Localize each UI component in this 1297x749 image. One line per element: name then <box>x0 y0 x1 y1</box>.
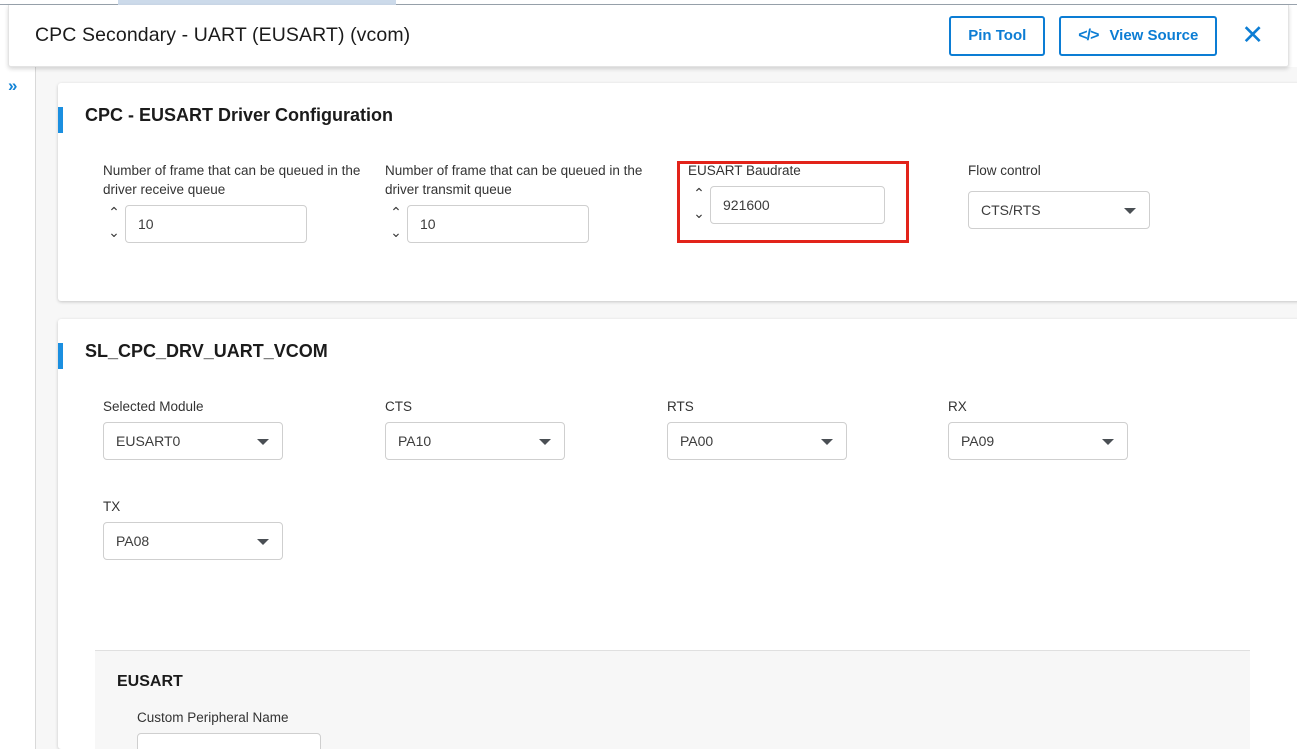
field-eusart-baudrate: EUSART Baudrate ⌃ ⌄ <box>688 161 885 224</box>
chevron-up-icon[interactable]: ⌃ <box>390 206 402 220</box>
selected-module-value: EUSART0 <box>116 433 181 449</box>
eusart-baudrate-spinner: ⌃ ⌄ <box>688 186 710 224</box>
vcom-config-card: SL_CPC_DRV_UART_VCOM Selected Module EUS… <box>58 319 1297 749</box>
flow-control-value: CTS/RTS <box>981 202 1041 218</box>
transmit-queue-stepper: ⌃ ⌄ <box>385 205 653 243</box>
caret-down-icon <box>257 539 269 545</box>
eusart-sub-panel: EUSART Custom Peripheral Name <box>95 650 1250 749</box>
caret-down-icon <box>257 439 269 445</box>
view-source-button[interactable]: </> View Source <box>1059 15 1218 56</box>
page-title: CPC Secondary - UART (EUSART) (vcom) <box>35 24 411 46</box>
receive-queue-input[interactable] <box>125 205 307 243</box>
view-source-label: View Source <box>1109 27 1199 44</box>
caret-down-icon <box>539 439 551 445</box>
driver-config-title: CPC - EUSART Driver Configuration <box>85 105 394 125</box>
field-custom-peripheral-name: Custom Peripheral Name <box>137 708 321 749</box>
rts-select[interactable]: PA00 <box>667 422 847 460</box>
receive-queue-stepper: ⌃ ⌄ <box>103 205 371 243</box>
double-chevron-right-icon[interactable]: » <box>8 77 17 94</box>
close-icon[interactable]: ✕ <box>1235 18 1270 53</box>
vcom-config-title: SL_CPC_DRV_UART_VCOM <box>85 341 328 361</box>
receive-queue-spinner: ⌃ ⌄ <box>103 205 125 243</box>
chevron-down-icon[interactable]: ⌄ <box>108 226 120 240</box>
tx-select[interactable]: PA08 <box>103 522 283 560</box>
field-transmit-queue: Number of frame that can be queued in th… <box>385 161 653 243</box>
field-selected-module: Selected Module EUSART0 <box>103 397 283 460</box>
caret-down-icon <box>1102 439 1114 445</box>
left-rail: » <box>0 67 36 749</box>
field-flow-control: Flow control CTS/RTS <box>968 161 1150 229</box>
header-actions: Pin Tool </> View Source ✕ <box>949 15 1270 56</box>
rx-value: PA09 <box>961 433 995 449</box>
rts-value: PA00 <box>680 433 714 449</box>
transmit-queue-spinner: ⌃ ⌄ <box>385 205 407 243</box>
field-label-receive-queue: Number of frame that can be queued in th… <box>103 163 361 197</box>
field-label-custom-peripheral-name: Custom Peripheral Name <box>137 710 289 725</box>
pin-tool-label: Pin Tool <box>968 27 1027 44</box>
eusart-sub-panel-title: EUSART <box>117 673 183 690</box>
rx-select[interactable]: PA09 <box>948 422 1128 460</box>
cts-value: PA10 <box>398 433 432 449</box>
field-label-tx: TX <box>103 499 121 514</box>
caret-down-icon <box>821 439 833 445</box>
field-label-rx: RX <box>948 399 967 414</box>
field-receive-queue: Number of frame that can be queued in th… <box>103 161 371 243</box>
flow-control-select[interactable]: CTS/RTS <box>968 191 1150 229</box>
eusart-baudrate-input[interactable] <box>710 186 885 224</box>
field-label-selected-module: Selected Module <box>103 399 204 414</box>
field-label-eusart-baudrate: EUSART Baudrate <box>688 163 801 178</box>
custom-peripheral-name-input[interactable] <box>137 733 321 749</box>
dialog-header: CPC Secondary - UART (EUSART) (vcom) Pin… <box>8 5 1289 67</box>
field-rts: RTS PA00 <box>667 397 847 460</box>
driver-config-card: CPC - EUSART Driver Configuration Number… <box>58 83 1297 301</box>
eusart-baudrate-stepper: ⌃ ⌄ <box>688 186 885 224</box>
field-label-transmit-queue: Number of frame that can be queued in th… <box>385 163 643 197</box>
code-icon: </> <box>1078 26 1099 44</box>
pin-tool-button[interactable]: Pin Tool <box>949 15 1046 56</box>
field-label-rts: RTS <box>667 399 694 414</box>
transmit-queue-input[interactable] <box>407 205 589 243</box>
field-rx: RX PA09 <box>948 397 1128 460</box>
field-cts: CTS PA10 <box>385 397 565 460</box>
field-tx: TX PA08 <box>103 497 283 560</box>
card-accent-bar <box>58 343 63 369</box>
tx-value: PA08 <box>116 533 150 549</box>
chevron-down-icon[interactable]: ⌄ <box>390 226 402 240</box>
field-label-cts: CTS <box>385 399 412 414</box>
main-content: CPC - EUSART Driver Configuration Number… <box>36 67 1297 749</box>
chevron-down-icon[interactable]: ⌄ <box>693 207 705 221</box>
card-accent-bar <box>58 107 63 133</box>
selected-module-select[interactable]: EUSART0 <box>103 422 283 460</box>
field-label-flow-control: Flow control <box>968 163 1041 178</box>
chevron-up-icon[interactable]: ⌃ <box>693 187 705 201</box>
cts-select[interactable]: PA10 <box>385 422 565 460</box>
caret-down-icon <box>1124 208 1136 214</box>
chevron-up-icon[interactable]: ⌃ <box>108 206 120 220</box>
